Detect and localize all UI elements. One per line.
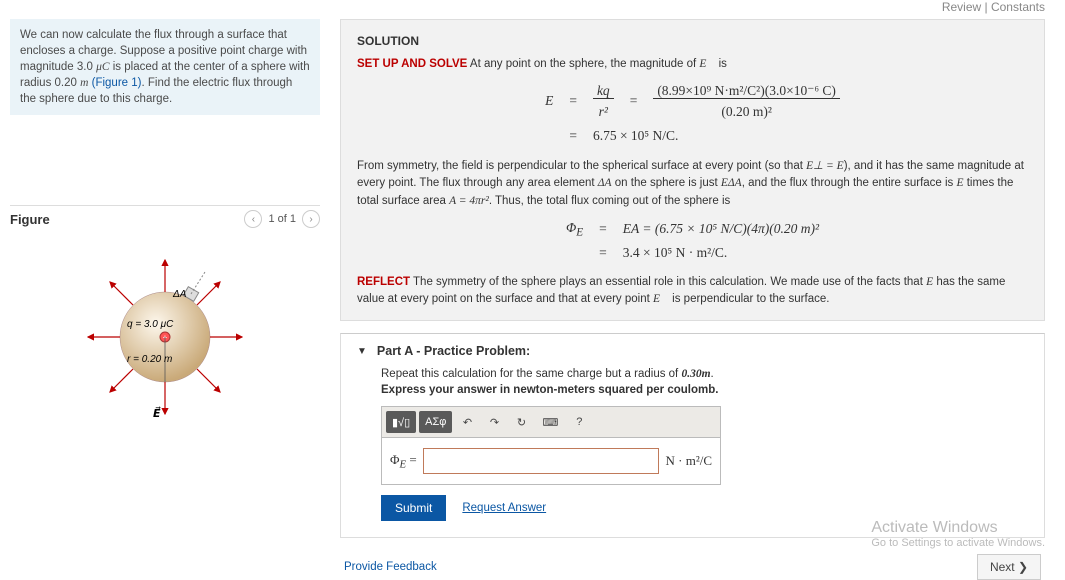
answer-unit: N · m²/C [665,453,712,469]
part-a-section: ▼ Part A - Practice Problem: Repeat this… [340,333,1045,538]
collapse-icon: ▼ [357,346,367,357]
reset-button[interactable]: ↻ [509,411,533,433]
figure-next-button[interactable]: › [302,210,320,228]
solution-para2: From symmetry, the field is perpendicula… [357,158,1028,210]
figure-label-r: r = 0.20 m [127,354,172,365]
answer-box: ▮√▯ ΑΣφ ↶ ↷ ↻ ⌨ ? ΦE = N · m²/C [381,406,721,485]
figure-image: + ΔA q = 3.0 μC r = 0.20 m E⃗ [10,232,320,435]
redo-button[interactable]: ↷ [482,411,506,433]
figure-prev-button[interactable]: ‹ [244,210,262,228]
help-button[interactable]: ? [567,411,591,433]
problem-prompt: We can now calculate the flux through a … [10,19,320,115]
answer-var-label: ΦE = [390,452,417,471]
next-button[interactable]: Next ❯ [977,554,1041,580]
greek-button[interactable]: ΑΣφ [419,411,452,433]
reflect-para: REFLECT The symmetry of the sphere plays… [357,274,1028,309]
request-answer-link[interactable]: Request Answer [462,502,546,514]
reflect-label: REFLECT [357,276,410,288]
answer-toolbar: ▮√▯ ΑΣφ ↶ ↷ ↻ ⌨ ? [382,407,720,438]
provide-feedback-link[interactable]: Provide Feedback [344,561,437,573]
part-a-prompt: Repeat this calculation for the same cha… [381,368,1028,380]
figure-label-E: E⃗ [153,406,161,420]
answer-input[interactable] [423,448,660,474]
top-links: Review | Constants [0,0,1065,19]
constants-link[interactable]: Constants [991,0,1045,14]
equation-E: E = kqr² = (8.99×10⁹ N·m²/C²)(3.0×10⁻⁶ C… [357,81,1028,150]
solution-heading: SOLUTION [357,32,1028,50]
figure-counter: 1 of 1 [268,213,296,225]
equation-flux: ΦE=EA = (6.75 × 10⁵ N/C)(4π)(0.20 m)² =3… [357,218,1028,266]
keyboard-button[interactable]: ⌨ [536,411,564,433]
figure-header: Figure ‹ 1 of 1 › [10,205,320,232]
figure-label-dA: ΔA [172,289,187,300]
undo-button[interactable]: ↶ [455,411,479,433]
part-a-instruction: Express your answer in newton-meters squ… [381,384,1028,396]
solution-panel: SOLUTION SET UP AND SOLVE At any point o… [340,19,1045,321]
figure-label-q: q = 3.0 μC [127,319,174,330]
review-link[interactable]: Review [942,0,981,14]
template-button[interactable]: ▮√▯ [386,411,416,433]
part-a-header[interactable]: ▼ Part A - Practice Problem: [357,344,1028,358]
submit-button[interactable]: Submit [381,495,446,521]
setup-label: SET UP AND SOLVE [357,58,467,70]
figure-title: Figure [10,212,50,227]
